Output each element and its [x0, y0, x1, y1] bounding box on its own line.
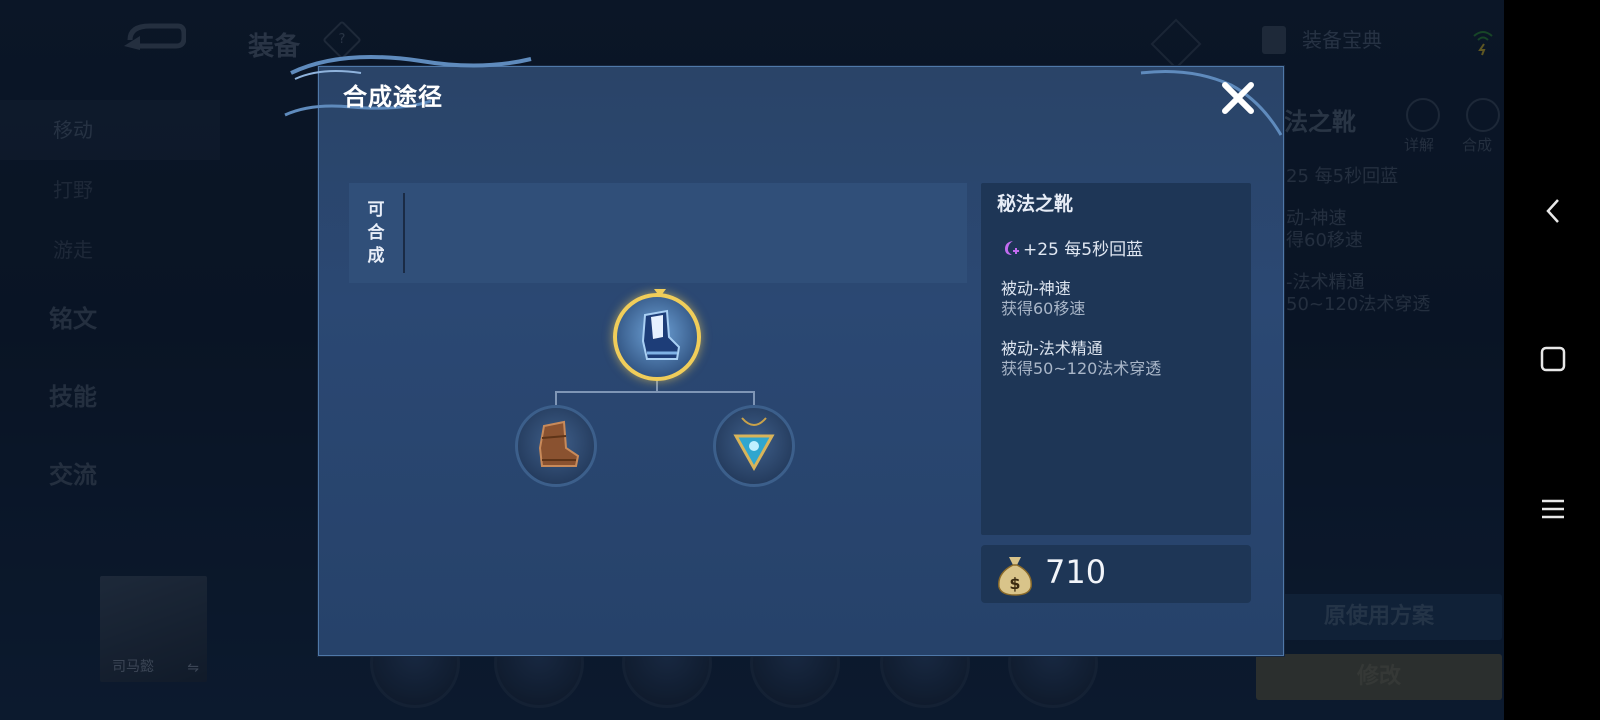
synthesizable-strip: 可 合 成: [349, 183, 967, 283]
nav-item-chat[interactable]: 交流: [0, 436, 220, 514]
bg-stat: 25 每5秒回蓝: [1286, 166, 1399, 187]
edit-button[interactable]: 修改: [1256, 654, 1502, 700]
combine-icon[interactable]: [1466, 98, 1500, 132]
system-nav-bar: [1504, 0, 1600, 720]
encyclopedia-label[interactable]: 装备宝典: [1302, 24, 1382, 53]
main-item-node[interactable]: [613, 293, 701, 381]
swap-icon[interactable]: ⇋: [187, 660, 199, 676]
nav-item-jungle[interactable]: 打野: [0, 160, 220, 220]
nav-item-roam[interactable]: 游走: [0, 220, 220, 280]
list-icon[interactable]: [1150, 18, 1202, 70]
side-nav: 移动 打野 游走 铭文 技能 交流: [0, 100, 220, 514]
nav-item-inscription[interactable]: 铭文: [0, 280, 220, 358]
selected-marker-icon: [654, 289, 666, 297]
tree-connector: [555, 391, 557, 405]
bg-passive-desc: 得60移速: [1286, 230, 1363, 251]
money-bag-icon: $: [998, 557, 1032, 596]
tree-connector: [555, 391, 755, 393]
item-name: 秘法之靴: [997, 193, 1074, 215]
mana-pendant-icon: [733, 417, 775, 472]
price-value: 710: [1045, 553, 1107, 591]
original-plan-button[interactable]: 原使用方案: [1256, 594, 1502, 640]
back-icon[interactable]: [120, 20, 186, 54]
arcane-boots-icon: [641, 309, 681, 360]
leather-boots-icon: [538, 420, 580, 467]
nav-home-icon[interactable]: [1536, 342, 1570, 376]
hero-avatar[interactable]: 司马懿 ⇋: [100, 576, 207, 682]
combine-label[interactable]: 合成: [1462, 134, 1492, 155]
passive-desc: 获得60移速: [1001, 299, 1086, 318]
mana-regen-icon: [1005, 240, 1019, 255]
nav-back-icon[interactable]: [1536, 194, 1570, 228]
play-icon[interactable]: [1406, 98, 1440, 132]
close-icon: [1222, 82, 1254, 114]
section-title: 装备: [248, 32, 301, 62]
synthesis-path-dialog: 合成途径 可 合 成 秘法之靴 +25 每5秒回蓝 被动-神速 获得60移速 被…: [284, 55, 1284, 656]
passive-desc: 获得50~120法术穿透: [1001, 359, 1162, 378]
item-stat: +25 每5秒回蓝: [1001, 235, 1143, 260]
nav-item-move[interactable]: 移动: [0, 100, 220, 160]
synthesizable-label: 可 合 成: [349, 193, 405, 273]
item-detail-panel: 秘法之靴 +25 每5秒回蓝 被动-神速 获得60移速 被动-法术精通 获得50…: [981, 183, 1251, 535]
bg-item-title: 法之靴: [1284, 108, 1356, 136]
book-icon[interactable]: [1262, 26, 1286, 54]
dialog-title: 合成途径: [343, 83, 443, 111]
price-panel: $ 710: [981, 545, 1251, 603]
nav-menu-icon[interactable]: [1536, 492, 1570, 526]
close-button[interactable]: [1217, 77, 1259, 119]
svg-text:$: $: [1009, 574, 1020, 593]
wifi-icon: [1473, 31, 1493, 56]
component-item-node[interactable]: [713, 405, 795, 487]
tree-connector: [753, 391, 755, 405]
component-item-node[interactable]: [515, 405, 597, 487]
help-icon[interactable]: ?: [322, 20, 362, 60]
detail-label[interactable]: 详解: [1404, 134, 1434, 155]
nav-item-skills[interactable]: 技能: [0, 358, 220, 436]
swirl-ornament: [1140, 70, 1283, 136]
hero-name: 司马懿: [112, 659, 154, 675]
bg-passive-desc: 50~120法术穿透: [1286, 294, 1431, 315]
